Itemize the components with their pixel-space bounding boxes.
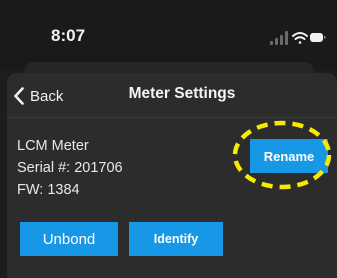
status-bar: 8:07 [0, 0, 337, 70]
status-icons [270, 31, 326, 45]
back-button[interactable]: Back [13, 85, 63, 107]
status-time: 8:07 [51, 26, 86, 45]
signal-icon [270, 31, 288, 45]
unbond-button[interactable]: Unbond [20, 222, 118, 256]
nav-divider [7, 117, 337, 118]
meter-name: LCM Meter [17, 138, 89, 154]
meter-info: LCM Meter Serial #: 201706 FW: 1384 [17, 135, 123, 201]
identify-button[interactable]: Identify [129, 222, 223, 256]
settings-sheet: Back Meter Settings LCM Meter Serial #: … [7, 73, 337, 278]
meter-firmware: FW: 1384 [17, 182, 80, 198]
meter-serial: Serial #: 201706 [17, 160, 123, 176]
wifi-icon [292, 32, 308, 44]
navigation-bar: Back Meter Settings [7, 73, 337, 117]
back-label: Back [30, 87, 64, 105]
phone-screen: 8:07 Back Meter Settings LCM Meter Seria… [0, 0, 337, 278]
chevron-left-icon [14, 87, 24, 105]
page-title: Meter Settings [128, 85, 236, 102]
rename-button[interactable]: Rename [250, 139, 328, 173]
battery-icon [310, 33, 326, 42]
